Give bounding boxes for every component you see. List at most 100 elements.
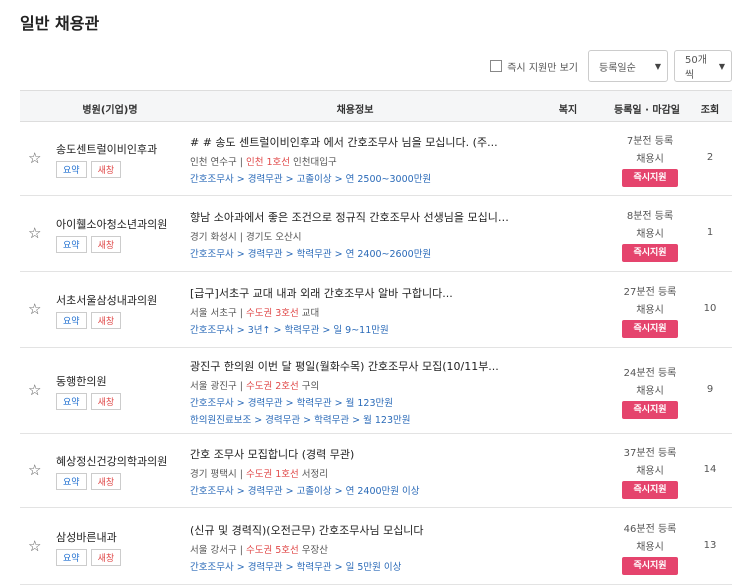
posted-time: 27분전 등록 <box>623 287 677 298</box>
chevron-down-icon: ▼ <box>654 61 661 71</box>
star-icon[interactable]: ☆ <box>28 300 41 318</box>
subway-line: 수도권 2호선 <box>245 381 299 392</box>
job-info: 광진구 한의원 이번 달 평일(월화수목) 간호조무사 모집(10/11부...… <box>190 358 510 429</box>
apply-now-button[interactable]: 즉시지원 <box>622 320 678 338</box>
job-location: 서울 강서구 | 수도권 5호선 우장산 <box>190 542 510 556</box>
deadline: 채용시 <box>636 305 664 316</box>
star-icon[interactable]: ☆ <box>28 461 41 479</box>
row-tags: 요약 새창 <box>56 549 122 566</box>
view-count: 1 <box>706 227 714 238</box>
posted-time: 46분전 등록 <box>623 524 677 535</box>
subway-station: 경기도 오산시 <box>245 232 302 243</box>
view-count: 2 <box>706 152 714 163</box>
job-title-link[interactable]: (신규 및 경력직)(오전근무) 간호조무사님 모십니다 <box>190 522 510 538</box>
star-icon[interactable]: ☆ <box>28 381 41 399</box>
deadline: 채용시 <box>636 229 664 240</box>
table-row: ☆ 서초서울삼성내과의원 요약 새창 [급구]서초구 교대 내과 외래 간호조무… <box>20 272 732 348</box>
deadline: 채용시 <box>636 466 664 477</box>
summary-button[interactable]: 요약 <box>56 312 87 329</box>
deadline: 채용시 <box>636 542 664 553</box>
date-column: 7분전 등록 채용시 즉시지원 <box>614 132 686 187</box>
job-category-link[interactable]: 한의원진료보조 > 경력무관 > 학력무관 > 월 123만원 <box>190 412 510 426</box>
table-row: ☆ 송도센트럴이비인후과 요약 새창 # # 송도 센트럴이비인후과 에서 간호… <box>20 122 732 196</box>
separator: | <box>236 308 246 319</box>
job-category-link[interactable]: 간호조무사 > 경력무관 > 학력무관 > 월 123만원 <box>190 395 510 409</box>
header-info: 채용정보 <box>336 105 374 116</box>
subway-line: 수도권 3호선 <box>245 308 299 319</box>
subway-station: 교대 <box>301 308 320 319</box>
job-title-link[interactable]: 간호 조무사 모집합니다 (경력 무관) <box>190 446 510 462</box>
apply-now-button[interactable]: 즉시지원 <box>622 244 678 262</box>
company-name[interactable]: 서초서울삼성내과의원 <box>56 292 157 308</box>
company-name[interactable]: 혜상정신건강의학과의원 <box>56 453 167 469</box>
job-category-link[interactable]: 간호조무사 > 경력무관 > 고졸이상 > 연 2400만원 이상 <box>190 483 510 497</box>
summary-button[interactable]: 요약 <box>56 161 87 178</box>
new-window-button[interactable]: 새창 <box>90 161 122 178</box>
new-window-button[interactable]: 새창 <box>90 549 122 566</box>
job-title-link[interactable]: # # 송도 센트럴이비인후과 에서 간호조무사 님을 모십니다. (주... <box>190 134 510 150</box>
header-dates: 등록일 · 마감일 <box>614 105 680 116</box>
job-location: 서울 광진구 | 수도권 2호선 구의 <box>190 378 510 392</box>
job-category-link[interactable]: 간호조무사 > 경력무관 > 학력무관 > 연 2400~2600만원 <box>190 246 510 260</box>
per-page-select[interactable]: 50개씩 ▼ <box>674 50 732 82</box>
job-location: 서울 서초구 | 수도권 3호선 교대 <box>190 305 510 319</box>
company-name[interactable]: 삼성바른내과 <box>56 529 117 545</box>
table-row: ☆ 혜상정신건강의학과의원 요약 새창 간호 조무사 모집합니다 (경력 무관)… <box>20 434 732 508</box>
list-toolbar: 즉시 지원만 보기 등록일순 ▼ 50개씩 ▼ <box>490 50 732 82</box>
star-icon[interactable]: ☆ <box>28 224 41 242</box>
job-category-link[interactable]: 간호조무사 > 3년↑ > 학력무관 > 일 9~11만원 <box>190 322 510 336</box>
summary-button[interactable]: 요약 <box>56 549 87 566</box>
job-location: 인천 연수구 | 인천 1호선 인천대입구 <box>190 154 510 168</box>
view-count: 13 <box>703 540 717 551</box>
subway-line: 수도권 5호선 <box>245 545 299 556</box>
per-page-select-value: 50개씩 <box>685 55 707 81</box>
job-location-city: 서울 서초구 <box>190 308 237 319</box>
job-title-link[interactable]: 향남 소아과에서 좋은 조건으로 정규직 간호조무사 선생님을 모십니다... <box>190 209 510 225</box>
summary-button[interactable]: 요약 <box>56 393 87 410</box>
posted-time: 7분전 등록 <box>626 136 674 147</box>
star-icon[interactable]: ☆ <box>28 537 41 555</box>
job-title-link[interactable]: [급구]서초구 교대 내과 외래 간호조무사 알바 구합니다... <box>190 285 510 301</box>
instant-apply-checkbox[interactable] <box>490 60 503 72</box>
separator: | <box>236 157 246 168</box>
sort-select-value: 등록일순 <box>599 62 636 74</box>
company-name[interactable]: 송도센트럴이비인후과 <box>56 141 157 157</box>
job-location-city: 인천 연수구 <box>190 157 237 168</box>
separator: | <box>236 232 246 243</box>
header-company: 병원(기업)명 <box>82 105 138 116</box>
job-category-link[interactable]: 간호조무사 > 경력무관 > 고졸이상 > 연 2500~3000만원 <box>190 171 510 185</box>
subway-station: 우장산 <box>301 545 329 556</box>
row-tags: 요약 새창 <box>56 161 122 178</box>
new-window-button[interactable]: 새창 <box>90 473 122 490</box>
table-row: ☆ 삼성바른내과 요약 새창 (신규 및 경력직)(오전근무) 간호조무사님 모… <box>20 508 732 585</box>
row-tags: 요약 새창 <box>56 312 122 329</box>
row-tags: 요약 새창 <box>56 236 122 253</box>
apply-now-button[interactable]: 즉시지원 <box>622 401 678 419</box>
job-title-link[interactable]: 광진구 한의원 이번 달 평일(월화수목) 간호조무사 모집(10/11부... <box>190 358 510 374</box>
apply-now-button[interactable]: 즉시지원 <box>622 169 678 187</box>
summary-button[interactable]: 요약 <box>56 473 87 490</box>
new-window-button[interactable]: 새창 <box>90 312 122 329</box>
instant-apply-filter[interactable]: 즉시 지원만 보기 <box>490 59 578 74</box>
star-icon[interactable]: ☆ <box>28 149 41 167</box>
new-window-button[interactable]: 새창 <box>90 393 122 410</box>
table-row: ☆ 동행한의원 요약 새창 광진구 한의원 이번 달 평일(월화수목) 간호조무… <box>20 348 732 434</box>
summary-button[interactable]: 요약 <box>56 236 87 253</box>
header-views: 조회 <box>700 105 720 116</box>
posted-time: 24분전 등록 <box>623 368 677 379</box>
job-location-city: 경기 평택시 <box>190 469 237 480</box>
new-window-button[interactable]: 새창 <box>90 236 122 253</box>
separator: | <box>236 545 246 556</box>
job-location-city: 서울 강서구 <box>190 545 237 556</box>
apply-now-button[interactable]: 즉시지원 <box>622 481 678 499</box>
job-category-link[interactable]: 간호조무사 > 경력무관 > 학력무관 > 일 5만원 이상 <box>190 559 510 573</box>
view-count: 9 <box>706 384 714 395</box>
company-name[interactable]: 아이휄소아청소년과의원 <box>56 216 167 232</box>
view-count: 14 <box>703 464 717 475</box>
apply-now-button[interactable]: 즉시지원 <box>622 557 678 575</box>
subway-line: 인천 1호선 <box>245 157 291 168</box>
posted-time: 8분전 등록 <box>626 211 674 222</box>
company-name[interactable]: 동행한의원 <box>56 373 107 389</box>
sort-select[interactable]: 등록일순 ▼ <box>588 50 668 82</box>
deadline: 채용시 <box>636 154 664 165</box>
